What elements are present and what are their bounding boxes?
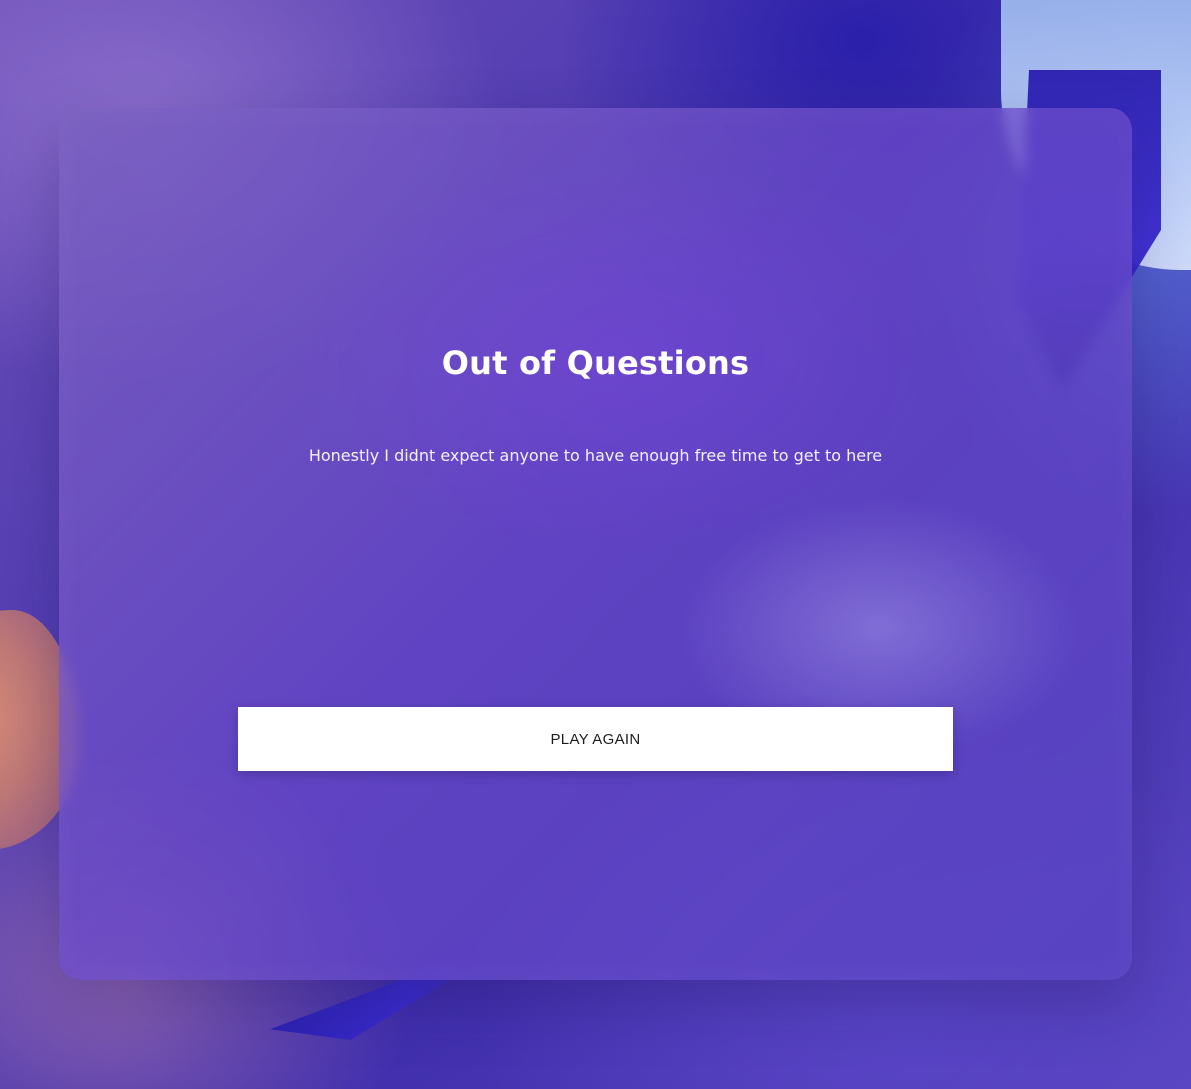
status-message: Honestly I didnt expect anyone to have e… (308, 446, 883, 465)
page-title: Out of Questions (441, 344, 750, 382)
panel-content: Out of Questions Honestly I didnt expect… (59, 108, 1132, 980)
play-again-button[interactable]: PLAY AGAIN (238, 707, 953, 771)
game-over-panel: Out of Questions Honestly I didnt expect… (59, 108, 1132, 980)
